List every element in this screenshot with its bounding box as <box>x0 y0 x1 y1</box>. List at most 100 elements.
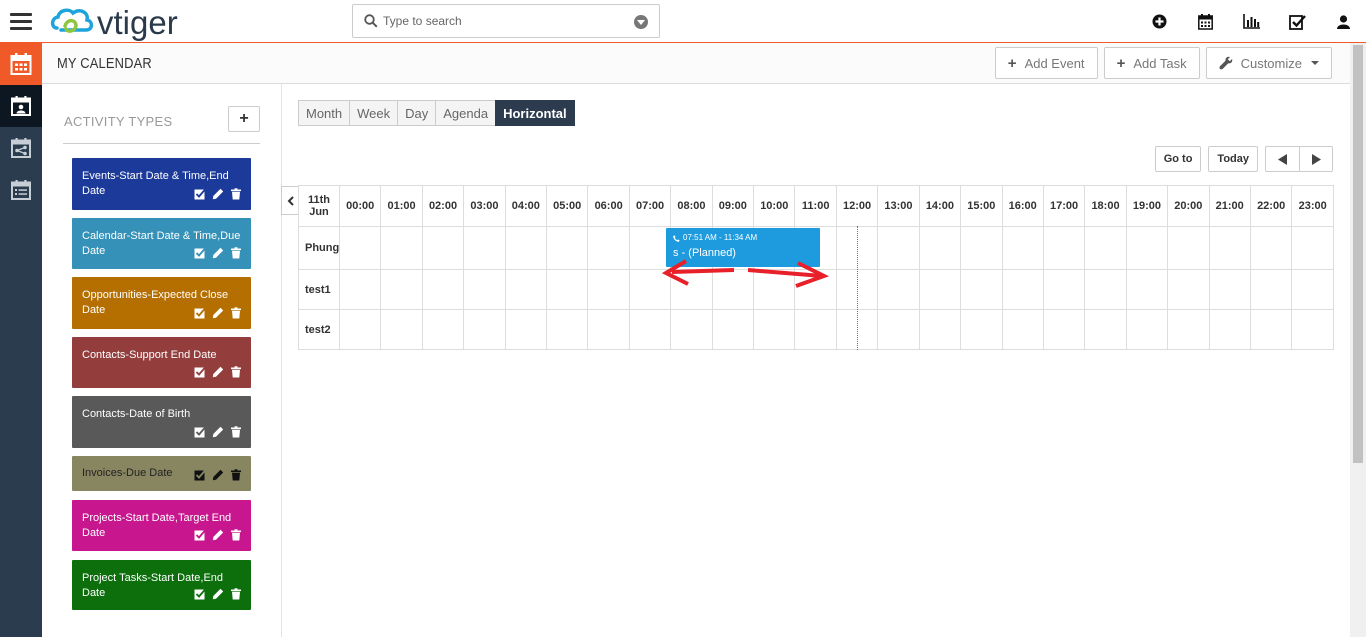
trash-icon[interactable] <box>230 247 242 259</box>
time-slot[interactable] <box>1249 226 1293 270</box>
time-slot[interactable] <box>338 269 382 310</box>
trash-icon[interactable] <box>230 588 242 600</box>
time-slot[interactable] <box>504 269 548 310</box>
checkbox-icon[interactable] <box>194 307 206 319</box>
time-slot[interactable] <box>546 309 589 350</box>
tasks-icon[interactable] <box>1274 0 1320 43</box>
time-slot[interactable] <box>504 309 548 350</box>
collapse-sidebar-button[interactable] <box>281 186 298 215</box>
shared-calendar-icon[interactable] <box>0 127 42 169</box>
time-slot[interactable] <box>1291 309 1334 350</box>
time-slot[interactable] <box>670 309 713 350</box>
quick-create-icon[interactable] <box>1136 0 1182 43</box>
customize-button[interactable]: Customize <box>1205 47 1332 79</box>
add-task-button[interactable]: + Add Task <box>1103 47 1200 79</box>
edit-icon[interactable] <box>212 588 224 600</box>
prev-button[interactable] <box>1266 147 1299 171</box>
time-slot[interactable] <box>587 226 630 270</box>
page-scrollbar[interactable] <box>1350 43 1366 637</box>
edit-icon[interactable] <box>212 469 224 481</box>
reports-icon[interactable] <box>1228 0 1274 43</box>
activity-type-item[interactable]: Projects-Start Date,Target End Date <box>72 500 251 551</box>
my-calendar-icon[interactable] <box>0 85 42 127</box>
time-slot[interactable] <box>877 226 920 270</box>
time-slot[interactable] <box>1208 226 1251 270</box>
edit-icon[interactable] <box>212 247 224 259</box>
time-slot[interactable] <box>1042 226 1086 270</box>
time-slot[interactable] <box>504 226 548 270</box>
time-slot[interactable] <box>1084 226 1127 270</box>
time-slot[interactable] <box>587 269 630 310</box>
global-search[interactable] <box>352 4 660 38</box>
time-slot[interactable] <box>421 226 465 270</box>
time-slot[interactable] <box>380 269 423 310</box>
trash-icon[interactable] <box>230 469 242 481</box>
time-slot[interactable] <box>1249 269 1293 310</box>
list-calendar-icon[interactable] <box>0 169 42 211</box>
today-button[interactable]: Today <box>1208 146 1258 172</box>
time-slot[interactable] <box>1001 269 1044 310</box>
checkbox-icon[interactable] <box>194 366 206 378</box>
time-slot[interactable] <box>1084 309 1127 350</box>
checkbox-icon[interactable] <box>194 588 206 600</box>
checkbox-icon[interactable] <box>194 247 206 259</box>
search-input[interactable] <box>383 14 633 28</box>
tab-agenda[interactable]: Agenda <box>435 100 497 126</box>
time-slot[interactable] <box>1125 309 1169 350</box>
menu-icon[interactable] <box>0 0 42 43</box>
vtiger-logo[interactable]: vtiger <box>49 3 178 41</box>
next-button[interactable] <box>1299 147 1332 171</box>
time-slot[interactable] <box>918 269 962 310</box>
time-slot[interactable] <box>1001 226 1044 270</box>
scrollbar-thumb[interactable] <box>1353 45 1363 463</box>
user-icon[interactable] <box>1320 0 1366 43</box>
time-slot[interactable] <box>711 309 755 350</box>
time-slot[interactable] <box>463 269 506 310</box>
activity-type-item[interactable]: Opportunities-Expected Close Date <box>72 277 251 329</box>
time-slot[interactable] <box>1084 269 1127 310</box>
edit-icon[interactable] <box>212 529 224 541</box>
edit-icon[interactable] <box>212 188 224 200</box>
trash-icon[interactable] <box>230 307 242 319</box>
time-slot[interactable] <box>1125 226 1169 270</box>
checkbox-icon[interactable] <box>194 469 206 481</box>
time-slot[interactable] <box>1291 269 1334 310</box>
tab-day[interactable]: Day <box>397 100 437 126</box>
search-options-icon[interactable] <box>634 15 648 29</box>
time-slot[interactable] <box>338 309 382 350</box>
checkbox-icon[interactable] <box>194 529 206 541</box>
time-slot[interactable] <box>877 309 920 350</box>
time-slot[interactable] <box>1042 269 1086 310</box>
trash-icon[interactable] <box>230 529 242 541</box>
time-slot[interactable] <box>1167 269 1210 310</box>
time-slot[interactable] <box>628 309 672 350</box>
edit-icon[interactable] <box>212 366 224 378</box>
goto-button[interactable]: Go to <box>1154 146 1202 172</box>
calendar-app-icon[interactable] <box>0 43 42 85</box>
trash-icon[interactable] <box>230 426 242 438</box>
time-slot[interactable] <box>421 309 465 350</box>
activity-type-item[interactable]: Events-Start Date & Time,End Date <box>72 158 251 210</box>
time-slot[interactable] <box>1291 226 1334 270</box>
time-slot[interactable] <box>421 269 465 310</box>
time-slot[interactable] <box>380 309 423 350</box>
tab-horizontal[interactable]: Horizontal <box>495 100 575 126</box>
time-slot[interactable] <box>1125 269 1169 310</box>
time-slot[interactable] <box>1208 269 1251 310</box>
add-activity-type-button[interactable]: + <box>228 106 260 132</box>
time-slot[interactable] <box>338 226 382 270</box>
time-slot[interactable] <box>1001 309 1044 350</box>
time-slot[interactable] <box>1042 309 1086 350</box>
trash-icon[interactable] <box>230 188 242 200</box>
tab-week[interactable]: Week <box>349 100 399 126</box>
time-slot[interactable] <box>463 309 506 350</box>
time-slot[interactable] <box>1167 226 1210 270</box>
calendar-icon[interactable] <box>1182 0 1228 43</box>
time-slot[interactable] <box>546 269 589 310</box>
time-slot[interactable] <box>380 226 423 270</box>
time-slot[interactable] <box>918 309 962 350</box>
activity-type-item[interactable]: Invoices-Due Date <box>72 456 251 491</box>
time-slot[interactable] <box>877 269 920 310</box>
time-slot[interactable] <box>960 269 1003 310</box>
checkbox-icon[interactable] <box>194 188 206 200</box>
